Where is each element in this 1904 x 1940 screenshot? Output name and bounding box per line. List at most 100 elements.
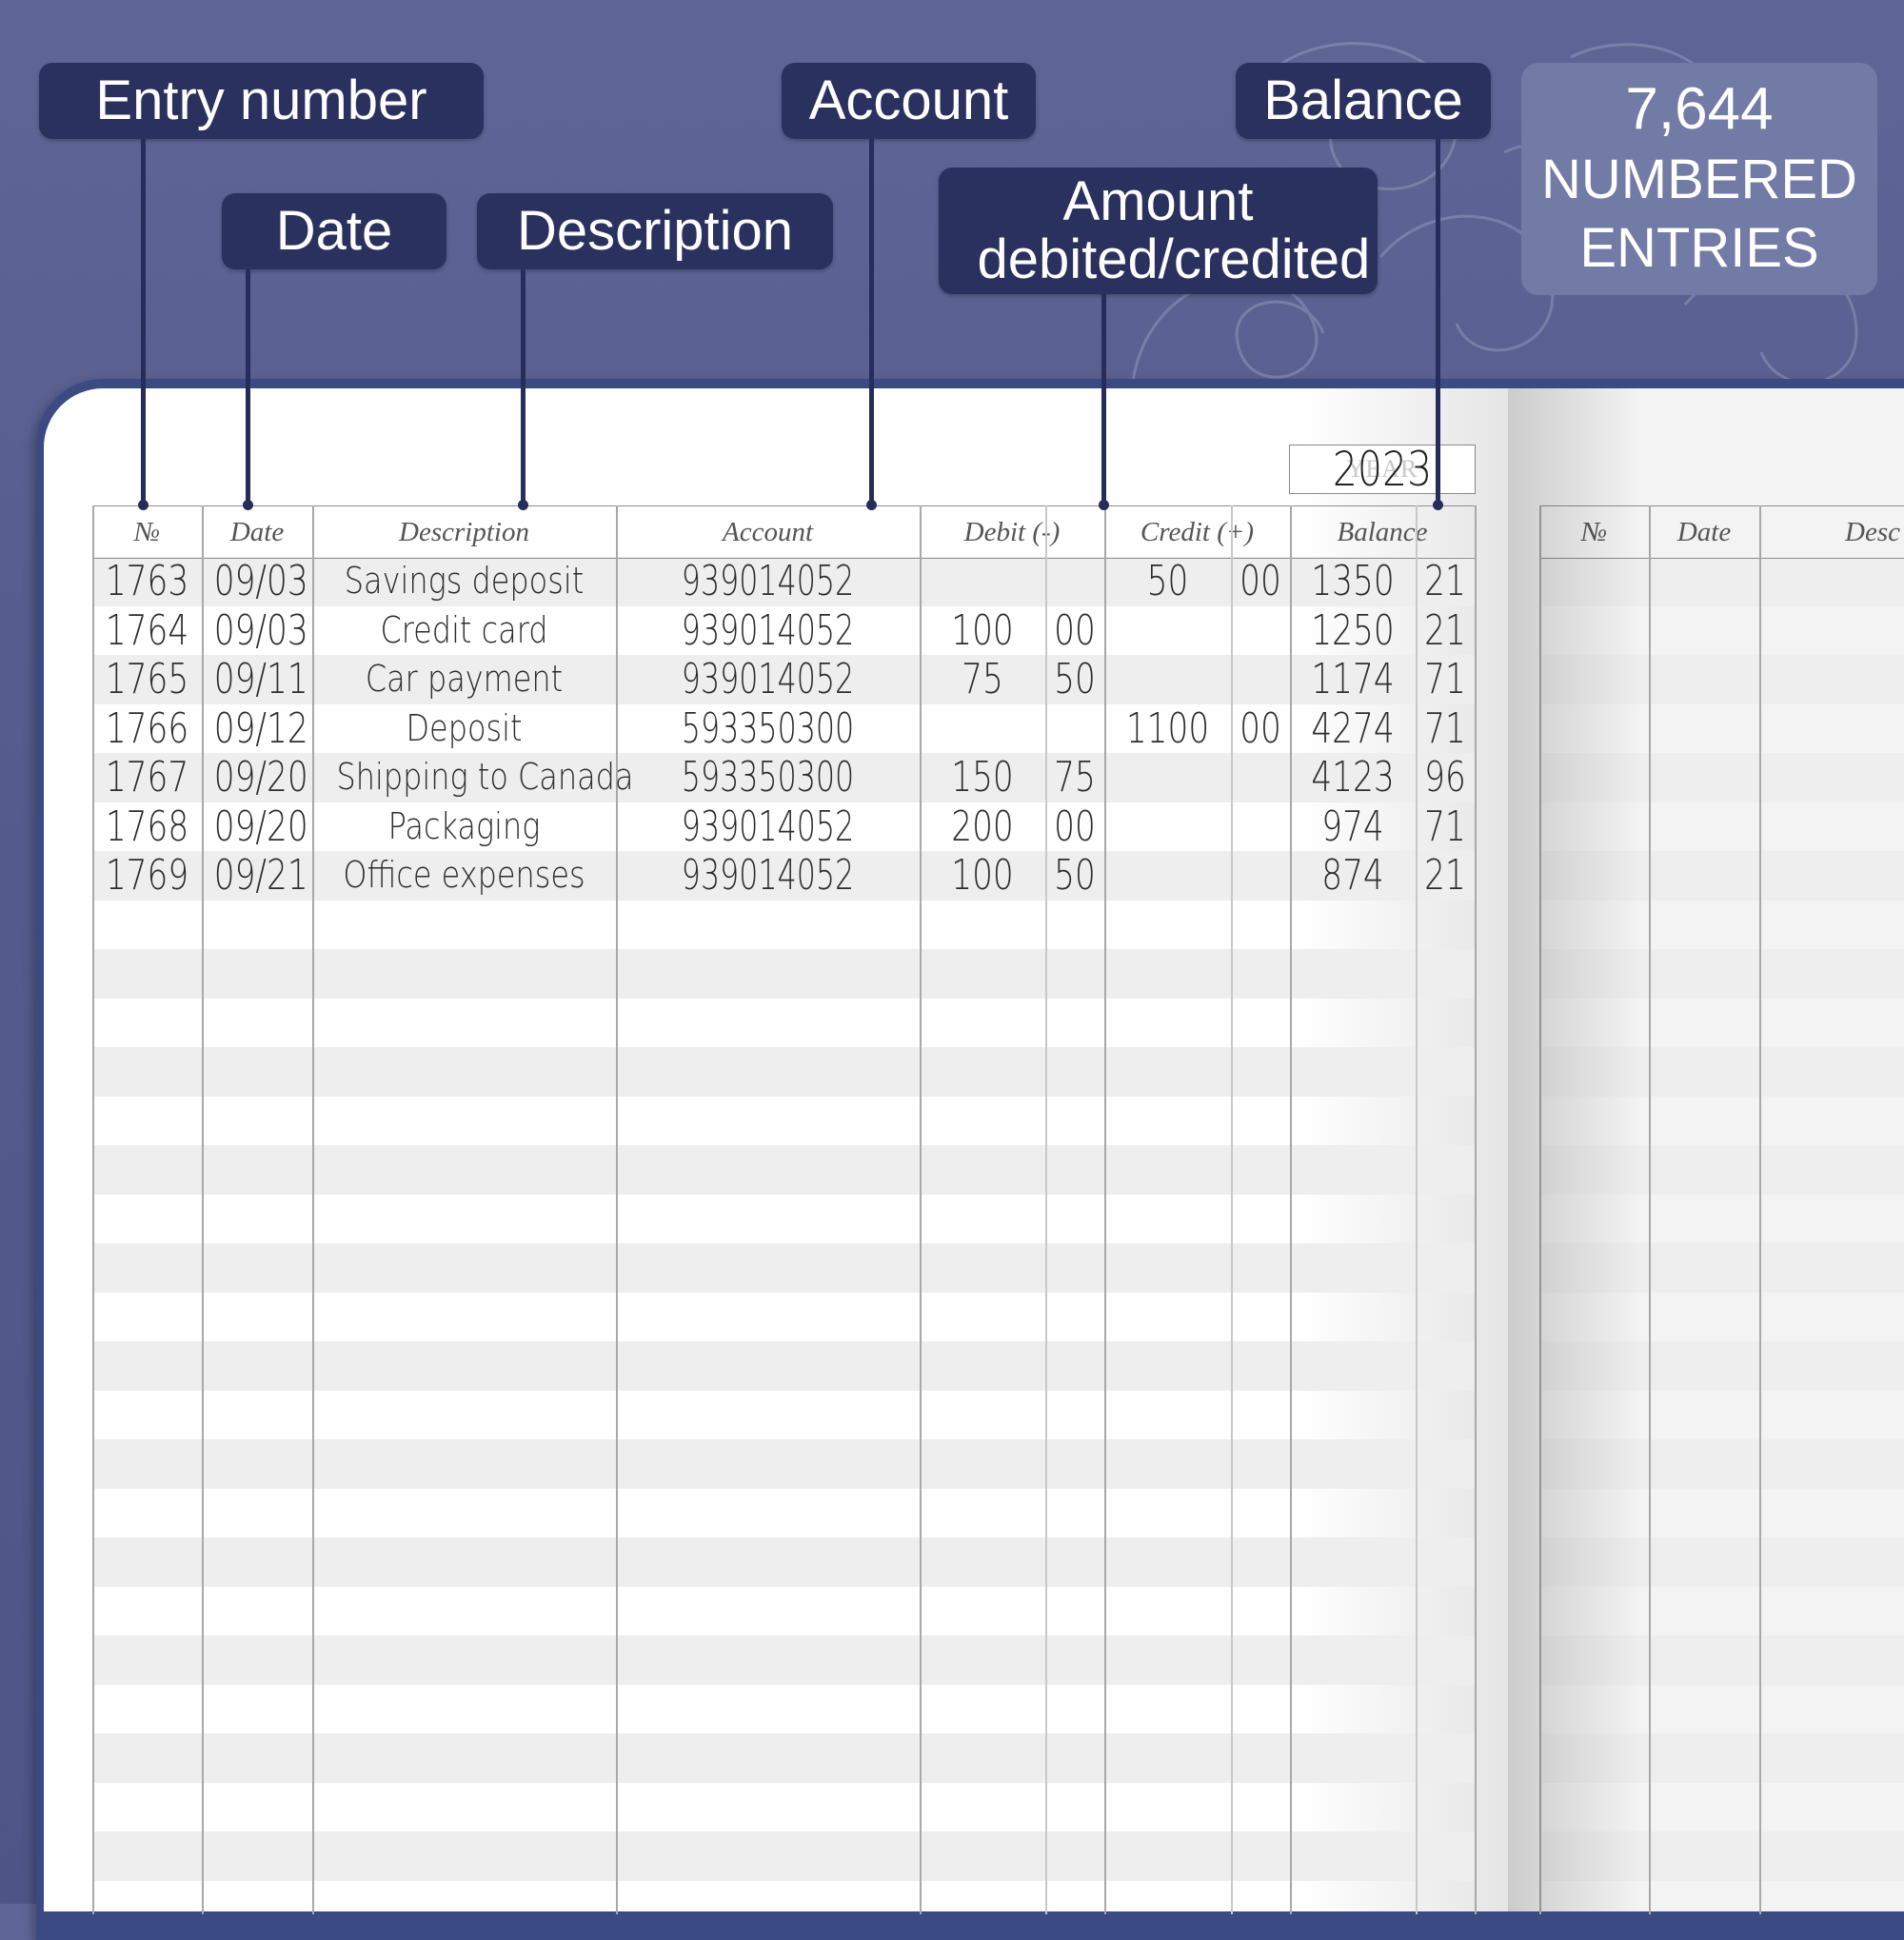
right-ledger-header-row: № Date Desc [1539, 505, 1904, 559]
callout-account: Account [782, 63, 1036, 139]
entry-credit-cents-cell [1238, 851, 1283, 901]
header-credit: Credit (+) [1140, 517, 1255, 547]
column-divider [616, 505, 618, 1914]
header-entry-number: № [133, 517, 161, 547]
callout-amount: Amount debited/credited [939, 168, 1378, 294]
year-box: YEAR 2023 [1289, 442, 1476, 497]
header-account: Account [722, 517, 813, 547]
callout-balance: Balance [1236, 63, 1491, 139]
entry-credit-cents-cell [1238, 802, 1283, 852]
entry-balance-cell: 874 [1321, 851, 1384, 900]
entry-date-cell: 09/20 [213, 753, 308, 802]
entry-debit-cents-cell [1052, 557, 1098, 606]
entry-description-cell: Savings deposit [344, 560, 585, 602]
row-stripe [92, 1243, 1475, 1293]
column-divider [1231, 505, 1233, 1914]
entry-account-cell: 939014052 [681, 851, 855, 900]
entry-description-cell: Car payment [365, 658, 564, 700]
column-divider [920, 505, 922, 1914]
entry-credit-cents-cell: 00 [1240, 557, 1281, 605]
column-divider [1045, 505, 1047, 1914]
entry-credit-cell: 1100 [1125, 703, 1210, 753]
row-stripe [1539, 1341, 1904, 1391]
entry-debit-cents-cell [1052, 704, 1098, 754]
entry-balance-cents-cell: 21 [1424, 851, 1466, 900]
entry-balance-cell: 1250 [1311, 605, 1395, 655]
row-stripe [1539, 1243, 1904, 1293]
column-divider [92, 505, 94, 1914]
callout-date-label: Date [275, 199, 393, 262]
callout-description-label: Description [516, 199, 794, 262]
entry-description-cell: Shipping to Canada [336, 756, 634, 798]
row-stripe [92, 1145, 1475, 1195]
callout-balance-label: Balance [1263, 69, 1463, 131]
row-stripe [1539, 1635, 1904, 1685]
row-stripe [1539, 557, 1904, 606]
row-stripe [92, 1537, 1475, 1587]
leader-description [521, 269, 526, 505]
header-description: Description [399, 517, 529, 547]
entry-description-cell: Deposit [406, 706, 523, 749]
leader-account [869, 139, 874, 505]
callout-description: Description [477, 193, 833, 269]
entry-credit-cell [1119, 851, 1218, 901]
entry-no-cell: 1769 [105, 851, 189, 900]
entry-account-cell: 939014052 [681, 802, 855, 851]
header-date: Date [229, 517, 285, 547]
ledger-table: № Date Description Account Debit (-) Cre… [92, 505, 1477, 1914]
entry-date-cell: 09/03 [213, 605, 308, 655]
column-divider [202, 505, 204, 1914]
entry-balance-cell: 974 [1321, 802, 1384, 851]
leader-dot-entry-number [138, 500, 149, 510]
callout-date: Date [222, 193, 446, 269]
entry-debit-cents-cell: 75 [1054, 753, 1096, 802]
entry-balance-cents-cell: 96 [1424, 753, 1466, 802]
callout-account-label: Account [808, 69, 1009, 131]
entry-no-cell: 1766 [105, 703, 189, 753]
entry-no-cell: 1767 [105, 753, 189, 802]
ledger-header-row: № Date Description Account Debit (-) Cre… [92, 505, 1475, 559]
entry-description-cell: Credit card [380, 608, 548, 651]
row-stripe [1539, 1439, 1904, 1489]
column-divider [1475, 505, 1477, 1914]
leader-entry-number [141, 139, 146, 505]
entry-no-cell: 1763 [105, 557, 189, 605]
row-stripe [1539, 1831, 1904, 1881]
entry-balance-cell: 1174 [1311, 655, 1395, 703]
entry-credit-cents-cell [1238, 655, 1283, 704]
row-stripe [1539, 1145, 1904, 1195]
entry-credit-cell [1119, 753, 1218, 802]
entry-account-cell: 939014052 [681, 557, 855, 605]
column-divider [1539, 505, 1541, 1914]
entry-credit-cell: 50 [1146, 557, 1189, 605]
entry-debit-cents-cell: 50 [1054, 655, 1096, 703]
entry-account-cell: 593350300 [681, 703, 855, 753]
entry-no-cell: 1764 [105, 605, 189, 655]
leader-dot-date [243, 500, 253, 510]
entry-debit-cell: 100 [951, 851, 1014, 900]
entry-balance-cell: 4274 [1311, 703, 1395, 753]
entry-credit-cents-cell: 00 [1240, 703, 1281, 753]
entry-debit-cell: 100 [951, 605, 1014, 655]
row-stripe [1539, 753, 1904, 802]
entry-balance-cents-cell: 71 [1424, 703, 1466, 753]
entry-date-cell: 09/11 [213, 655, 308, 703]
entry-balance-cents-cell: 71 [1424, 802, 1466, 851]
entry-date-cell: 09/21 [213, 851, 308, 900]
right-header-entry-number: № [1580, 517, 1608, 547]
entry-date-cell: 09/12 [213, 703, 308, 753]
entry-account-cell: 939014052 [681, 605, 855, 655]
entry-description-cell: Office expenses [343, 854, 585, 896]
right-header-date: Date [1676, 517, 1732, 547]
column-divider [1290, 505, 1292, 1914]
callout-entry-number: Entry number [39, 63, 484, 139]
row-stripe [1539, 655, 1904, 704]
callout-amount-label: Amount debited/credited [977, 169, 1371, 290]
entry-balance-cell: 4123 [1311, 753, 1395, 802]
entry-credit-cents-cell [1238, 753, 1283, 802]
entry-credit-cell [1119, 655, 1218, 704]
numbered-entries-count: 7,644 [1625, 76, 1774, 143]
leader-dot-balance [1433, 500, 1443, 510]
right-header-description: Desc [1845, 517, 1900, 547]
row-stripe [92, 1831, 1475, 1881]
